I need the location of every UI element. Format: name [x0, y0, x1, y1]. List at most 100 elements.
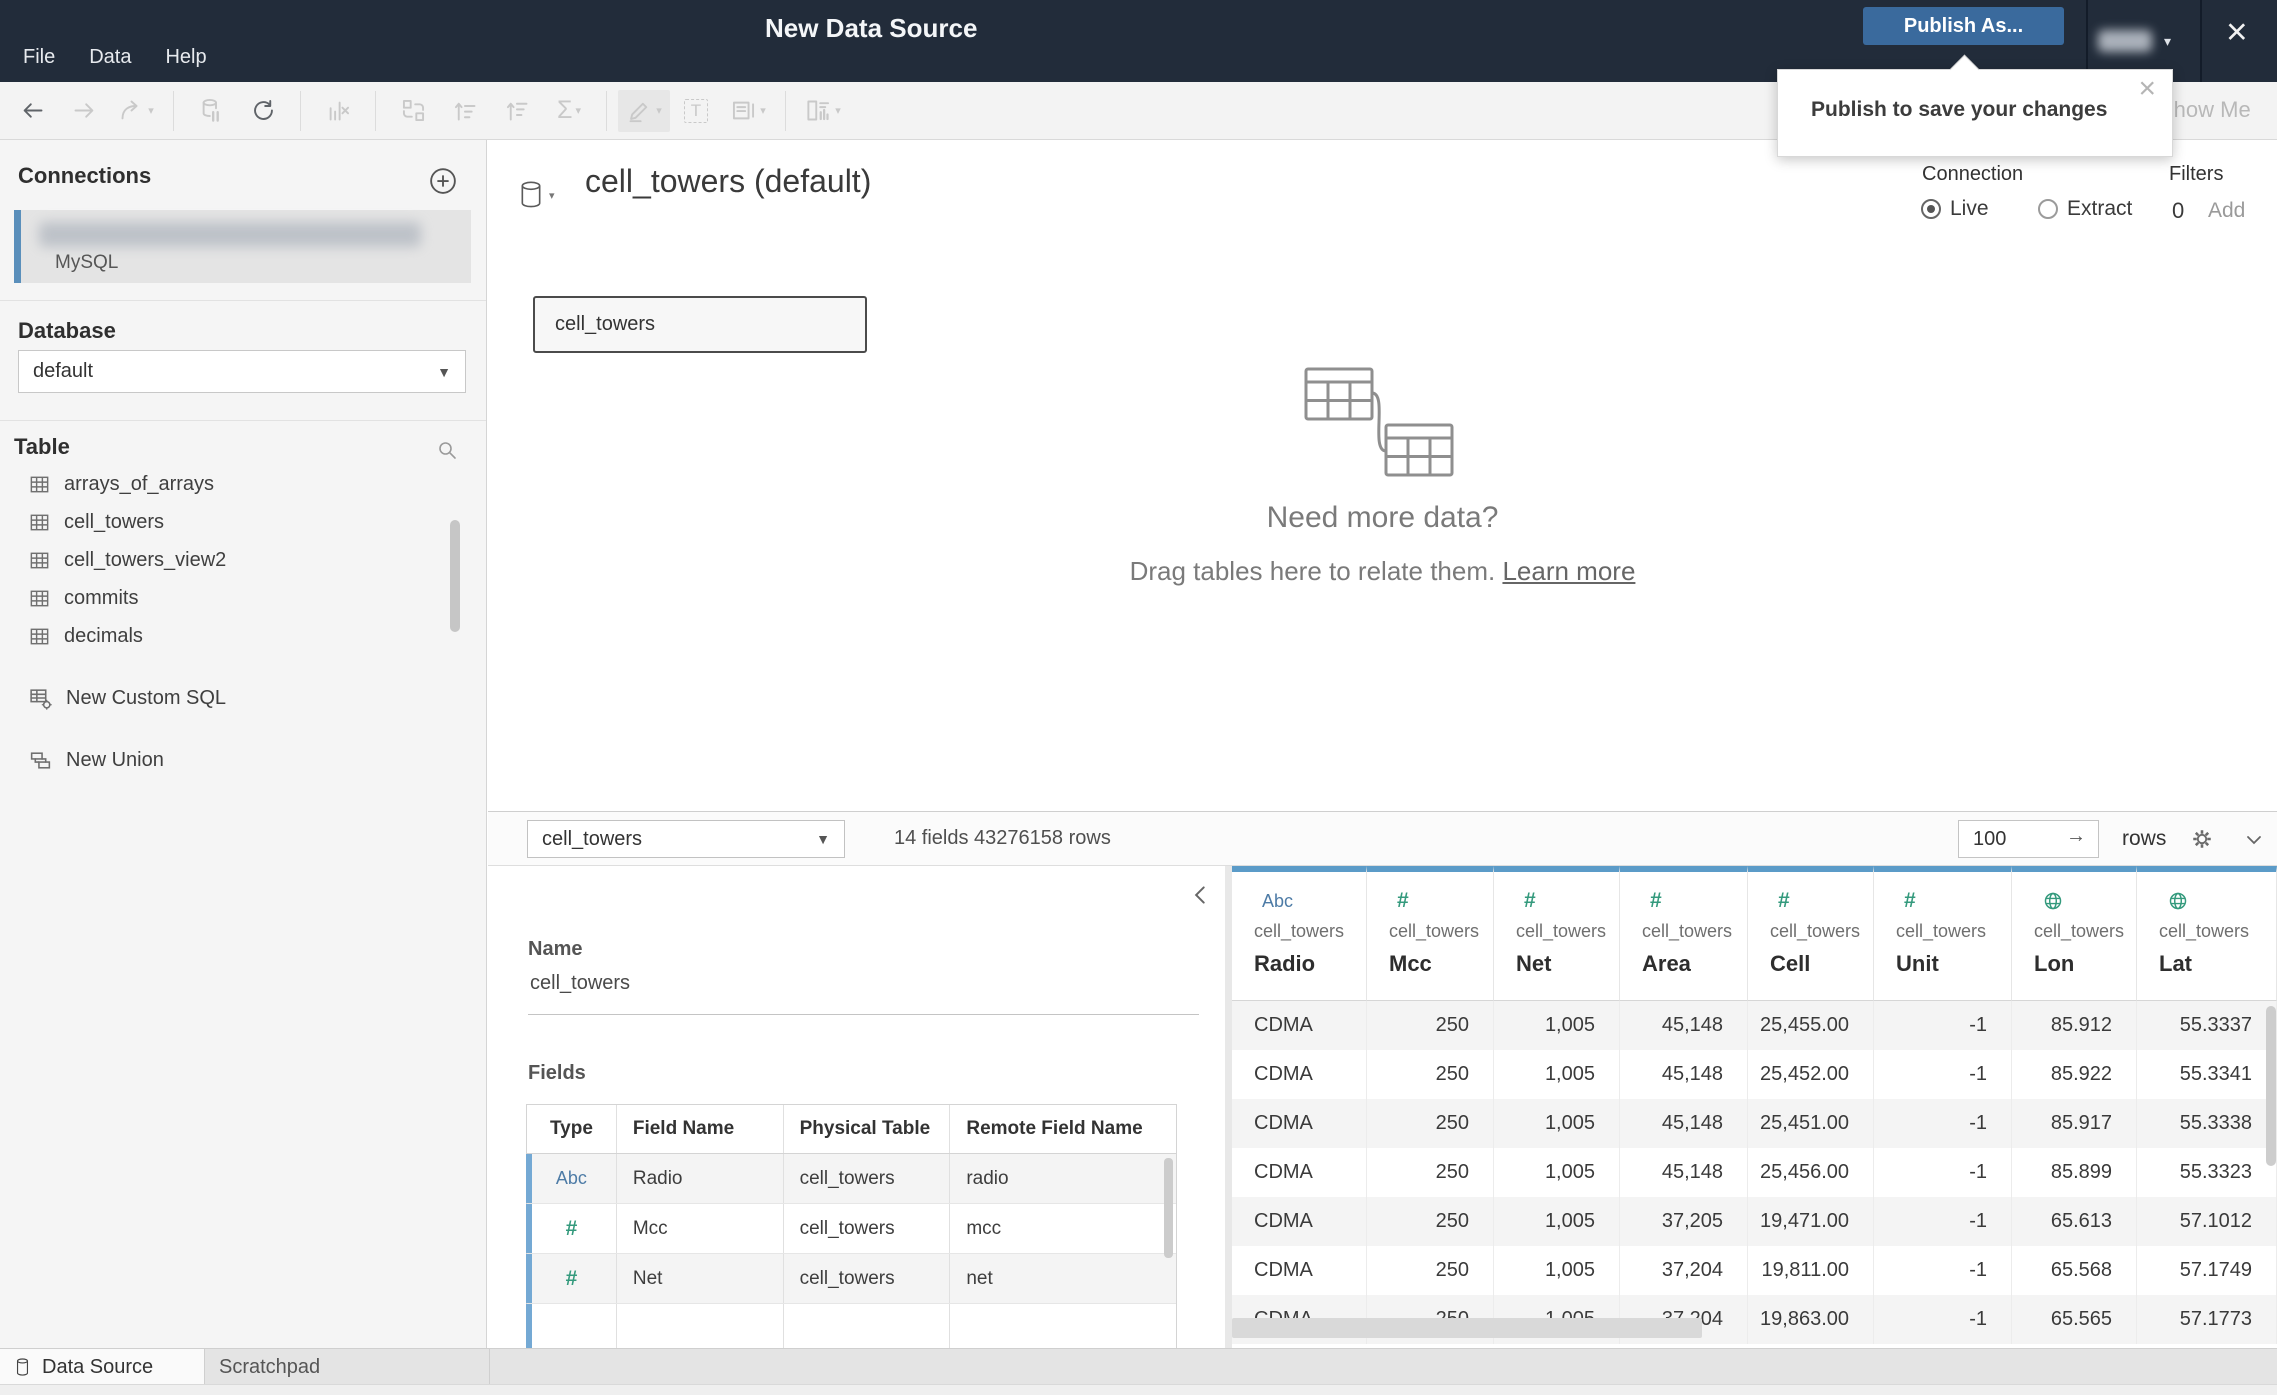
name-value[interactable]: cell_towers: [530, 972, 630, 995]
grid-cell[interactable]: 57.1012: [2137, 1197, 2277, 1246]
grid-column-header-lat[interactable]: cell_towers Lat: [2137, 866, 2277, 1001]
menu-help[interactable]: Help: [165, 46, 206, 69]
grid-cell[interactable]: -1: [1874, 1001, 2012, 1050]
grid-cell[interactable]: 250: [1367, 1197, 1494, 1246]
grid-cell[interactable]: 85.899: [2012, 1148, 2137, 1197]
grid-cell[interactable]: 85.917: [2012, 1099, 2137, 1148]
connection-extract-option[interactable]: Extract: [2038, 197, 2132, 221]
sort-descending-icon[interactable]: [491, 90, 543, 132]
grid-cell[interactable]: -1: [1874, 1050, 2012, 1099]
grid-cell[interactable]: 1,005: [1494, 1246, 1620, 1295]
grid-horizontal-scrollbar[interactable]: [1232, 1318, 1702, 1338]
learn-more-link[interactable]: Learn more: [1502, 556, 1635, 586]
grid-cell[interactable]: 57.1773: [2137, 1295, 2277, 1344]
table-list-item-cell-towers-view2[interactable]: cell_towers_view2: [0, 541, 486, 579]
fit-icon[interactable]: ▾: [722, 90, 774, 132]
grid-cell[interactable]: 45,148: [1620, 1099, 1748, 1148]
grid-cell[interactable]: 85.922: [2012, 1050, 2137, 1099]
fields-row-mcc[interactable]: # Mcc cell_towers mcc: [526, 1203, 1176, 1253]
grid-cell[interactable]: 37,205: [1620, 1197, 1748, 1246]
sort-ascending-icon[interactable]: [439, 90, 491, 132]
chevron-down-icon[interactable]: [2242, 828, 2266, 852]
grid-cell[interactable]: 1,005: [1494, 1050, 1620, 1099]
apply-row-limit-icon[interactable]: →: [2066, 825, 2086, 848]
grid-column-header-lon[interactable]: cell_towers Lon: [2012, 866, 2137, 1001]
undo-icon[interactable]: [6, 90, 58, 132]
grid-cell[interactable]: -1: [1874, 1099, 2012, 1148]
grid-cell[interactable]: 1,005: [1494, 1099, 1620, 1148]
grid-cell[interactable]: 19,863.00: [1748, 1295, 1874, 1344]
add-connection-icon[interactable]: [428, 166, 458, 196]
swap-rows-columns-icon[interactable]: [387, 90, 439, 132]
connection-live-option[interactable]: Live: [1921, 197, 1989, 221]
table-list-item-cell-towers[interactable]: cell_towers: [0, 503, 486, 541]
database-select[interactable]: default ▼: [18, 350, 466, 393]
new-custom-sql-button[interactable]: New Custom SQL: [28, 686, 226, 711]
grid-cell[interactable]: 250: [1367, 1148, 1494, 1197]
pause-auto-updates-icon[interactable]: [185, 90, 237, 132]
grid-cell[interactable]: 1,005: [1494, 1001, 1620, 1050]
grid-cell[interactable]: 45,148: [1620, 1050, 1748, 1099]
tab-data-source[interactable]: Data Source: [0, 1349, 205, 1385]
menu-file[interactable]: File: [23, 46, 55, 69]
grid-column-header-area[interactable]: # cell_towers Area: [1620, 866, 1748, 1001]
grid-cell[interactable]: CDMA: [1232, 1099, 1367, 1148]
grid-cell[interactable]: 45,148: [1620, 1148, 1748, 1197]
show-hide-cards-icon[interactable]: ▾: [797, 90, 849, 132]
grid-cell[interactable]: 25,455.00: [1748, 1001, 1874, 1050]
radio-unselected-icon[interactable]: [2038, 199, 2058, 219]
grid-cell[interactable]: 1,005: [1494, 1197, 1620, 1246]
grid-column-header-unit[interactable]: # cell_towers Unit: [1874, 866, 2012, 1001]
window-close-button[interactable]: ×: [2226, 13, 2248, 50]
grid-cell[interactable]: -1: [1874, 1148, 2012, 1197]
grid-cell[interactable]: -1: [1874, 1295, 2012, 1344]
connection-list-item[interactable]: MySQL: [14, 210, 471, 283]
grid-cell[interactable]: CDMA: [1232, 1001, 1367, 1050]
grid-cell[interactable]: 65.565: [2012, 1295, 2137, 1344]
canvas-table-node[interactable]: cell_towers: [533, 296, 867, 353]
grid-cell[interactable]: -1: [1874, 1197, 2012, 1246]
fields-row-radio[interactable]: Abc Radio cell_towers radio: [526, 1154, 1176, 1203]
fields-table-scrollbar[interactable]: [1164, 1158, 1173, 1258]
show-mark-labels-icon[interactable]: T: [670, 90, 722, 132]
grid-cell[interactable]: 45,148: [1620, 1001, 1748, 1050]
grid-column-header-cell[interactable]: # cell_towers Cell: [1748, 866, 1874, 1001]
grid-column-header-mcc[interactable]: # cell_towers Mcc: [1367, 866, 1494, 1001]
new-union-button[interactable]: New Union: [28, 748, 164, 773]
table-selector-dropdown[interactable]: cell_towers ▼: [527, 820, 845, 858]
datasource-icon[interactable]: ▾: [518, 179, 555, 211]
grid-cell[interactable]: 250: [1367, 1001, 1494, 1050]
grid-cell[interactable]: CDMA: [1232, 1197, 1367, 1246]
grid-vertical-scrollbar[interactable]: [2266, 1006, 2276, 1166]
grid-cell[interactable]: 57.1749: [2137, 1246, 2277, 1295]
highlight-icon[interactable]: ▾: [618, 89, 670, 132]
grid-cell[interactable]: 65.613: [2012, 1197, 2137, 1246]
grid-column-header-net[interactable]: # cell_towers Net: [1494, 866, 1620, 1001]
tab-scratchpad[interactable]: Scratchpad: [205, 1349, 490, 1385]
grid-cell[interactable]: 250: [1367, 1099, 1494, 1148]
grid-cell[interactable]: 25,456.00: [1748, 1148, 1874, 1197]
redo-icon[interactable]: [58, 90, 110, 132]
grid-cell[interactable]: 85.912: [2012, 1001, 2137, 1050]
table-list-item-decimals[interactable]: decimals: [0, 617, 486, 655]
grid-cell[interactable]: 19,471.00: [1748, 1197, 1874, 1246]
run-update-icon[interactable]: [237, 90, 289, 132]
grid-cell[interactable]: 25,452.00: [1748, 1050, 1874, 1099]
grid-cell[interactable]: 250: [1367, 1050, 1494, 1099]
table-list-item-commits[interactable]: commits: [0, 579, 486, 617]
collapse-pane-icon[interactable]: [1188, 882, 1214, 908]
tooltip-close-icon[interactable]: ×: [2138, 74, 2156, 104]
grid-cell[interactable]: 37,204: [1620, 1246, 1748, 1295]
grid-cell[interactable]: CDMA: [1232, 1050, 1367, 1099]
table-list-item-arrays-of-arrays[interactable]: arrays_of_arrays: [0, 465, 486, 503]
grid-cell[interactable]: 55.3323: [2137, 1148, 2277, 1197]
grid-cell[interactable]: 1,005: [1494, 1148, 1620, 1197]
grid-column-header-radio[interactable]: Abc cell_towers Radio: [1232, 866, 1367, 1001]
totals-icon[interactable]: Σ ▾: [543, 90, 595, 132]
clear-sheet-icon[interactable]: [312, 90, 364, 132]
row-limit-input[interactable]: [1971, 824, 2055, 854]
grid-cell[interactable]: 55.3341: [2137, 1050, 2277, 1099]
grid-cell[interactable]: 19,811.00: [1748, 1246, 1874, 1295]
grid-cell[interactable]: 25,451.00: [1748, 1099, 1874, 1148]
menu-data[interactable]: Data: [89, 46, 131, 69]
